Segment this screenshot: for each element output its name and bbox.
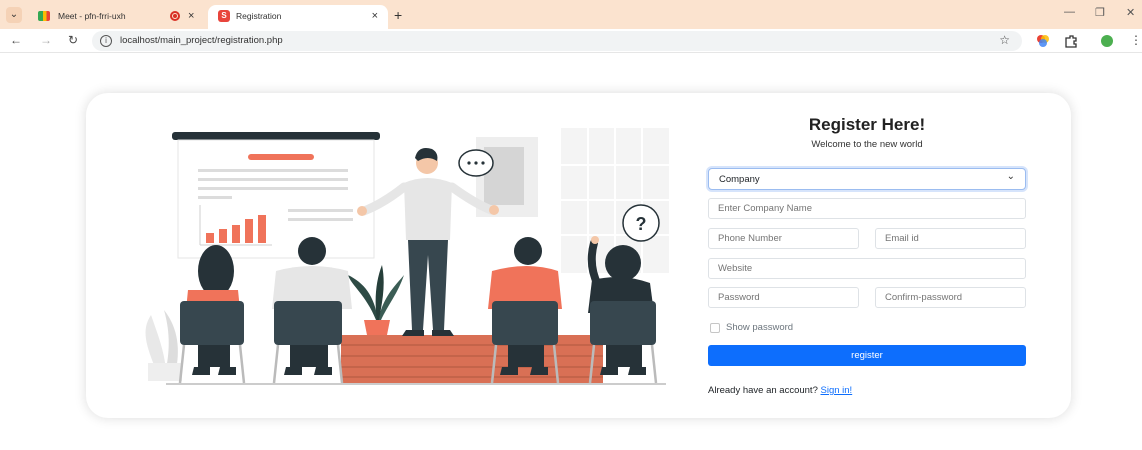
tab-registration-label: Registration — [236, 11, 282, 21]
form-subtitle: Welcome to the new world — [811, 139, 923, 150]
tab-registration-close-icon[interactable]: × — [372, 5, 378, 27]
website-input[interactable] — [708, 258, 1026, 279]
tab-meet-label: Meet - pfn-frri-uxh — [58, 11, 126, 21]
account-type-value: Company — [719, 174, 760, 185]
tab-search-chevron-icon[interactable]: ⌄ — [6, 7, 22, 23]
address-bar-row: ← → ↻ i localhost/main_project/registrat… — [0, 29, 1142, 53]
question-mark-text: ? — [636, 214, 647, 234]
company-name-input[interactable] — [708, 198, 1026, 219]
phone-number-input[interactable] — [708, 228, 859, 249]
account-type-select[interactable]: Company ⌄ — [708, 168, 1026, 190]
meet-favicon-icon — [38, 11, 50, 21]
recording-icon — [170, 11, 180, 21]
browser-tab-bar: ⌄ Meet - pfn-frri-uxh × S Registration ×… — [0, 0, 1142, 29]
browser-menu-icon[interactable]: ⋮ — [1130, 33, 1142, 47]
signin-prompt: Already have an account? Sign in! — [708, 385, 852, 396]
omnibox[interactable]: i localhost/main_project/registration.ph… — [92, 31, 1022, 51]
reload-icon[interactable]: ↻ — [68, 33, 78, 47]
signin-link[interactable]: Sign in! — [821, 385, 853, 396]
profile-avatar[interactable] — [1100, 34, 1114, 48]
show-password-label: Show password — [726, 322, 794, 333]
tab-meet-close-icon[interactable]: × — [188, 5, 194, 27]
url-text: localhost/main_project/registration.php — [120, 35, 283, 46]
password-input[interactable] — [708, 287, 859, 308]
minimize-icon[interactable]: — — [1064, 6, 1075, 18]
restore-icon[interactable]: ❐ — [1095, 6, 1105, 19]
registration-favicon-icon: S — [218, 10, 230, 22]
presentation-illustration: ? — [145, 128, 669, 385]
confirm-password-input[interactable] — [875, 287, 1026, 308]
form-title: Register Here! — [808, 115, 926, 134]
new-tab-plus-icon[interactable]: + — [394, 5, 402, 25]
forward-arrow-icon[interactable]: → — [40, 33, 52, 47]
close-window-icon[interactable]: ✕ — [1126, 6, 1135, 19]
site-info-icon[interactable]: i — [100, 35, 112, 47]
chevron-down-icon: ⌄ — [1006, 171, 1015, 182]
extensions-puzzle-icon[interactable] — [1064, 34, 1078, 48]
email-input[interactable] — [875, 228, 1026, 249]
back-arrow-icon[interactable]: ← — [10, 33, 22, 47]
tab-meet[interactable]: Meet - pfn-frri-uxh × — [30, 5, 200, 29]
signin-prompt-text: Already have an account? — [708, 385, 818, 396]
show-password-checkbox[interactable] — [710, 323, 720, 333]
bookmark-star-icon[interactable]: ☆ — [999, 33, 1010, 47]
register-button[interactable]: register — [708, 345, 1026, 366]
extension-color-icon[interactable] — [1036, 34, 1050, 48]
tab-registration[interactable]: S Registration × — [208, 5, 388, 29]
